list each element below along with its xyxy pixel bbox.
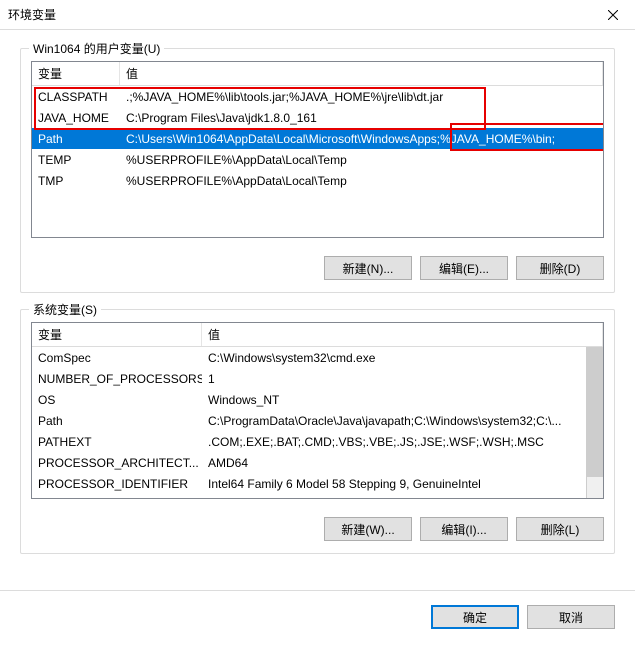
cancel-button[interactable]: 取消 — [527, 605, 615, 629]
cell-value: .COM;.EXE;.BAT;.CMD;.VBS;.VBE;.JS;.JSE;.… — [202, 435, 603, 449]
user-variables-group: Win1064 的用户变量(U) 变量 值 CLASSPATH.;%JAVA_H… — [20, 48, 615, 293]
system-button-row: 新建(W)... 编辑(I)... 删除(L) — [21, 509, 614, 553]
cell-name: PATHEXT — [32, 435, 202, 449]
list-body: CLASSPATH.;%JAVA_HOME%\lib\tools.jar;%JA… — [32, 86, 603, 191]
cell-value: %USERPROFILE%\AppData\Local\Temp — [120, 174, 603, 188]
list-body: ComSpecC:\Windows\system32\cmd.exeNUMBER… — [32, 347, 603, 494]
col-header-value[interactable]: 值 — [202, 323, 603, 346]
system-group-label: 系统变量(S) — [29, 301, 101, 318]
cell-value: Intel64 Family 6 Model 58 Stepping 9, Ge… — [202, 477, 603, 491]
cell-name: CLASSPATH — [32, 90, 120, 104]
list-header: 变量 值 — [32, 62, 603, 86]
table-row[interactable]: ComSpecC:\Windows\system32\cmd.exe — [32, 347, 603, 368]
cell-name: NUMBER_OF_PROCESSORS — [32, 372, 202, 386]
user-edit-button[interactable]: 编辑(E)... — [420, 256, 508, 280]
system-variables-group: 系统变量(S) 变量 值 ComSpecC:\Windows\system32\… — [20, 309, 615, 554]
cell-name: TMP — [32, 174, 120, 188]
cell-value: %USERPROFILE%\AppData\Local\Temp — [120, 153, 603, 167]
cell-value: 1 — [202, 372, 603, 386]
cell-value: C:\Users\Win1064\AppData\Local\Microsoft… — [120, 132, 603, 146]
user-delete-button[interactable]: 删除(D) — [516, 256, 604, 280]
window-title: 环境变量 — [8, 6, 590, 23]
col-header-value[interactable]: 值 — [120, 62, 603, 85]
scrollbar[interactable] — [586, 347, 603, 498]
cell-name: Path — [32, 132, 120, 146]
table-row[interactable]: PROCESSOR_ARCHITECT...AMD64 — [32, 452, 603, 473]
user-variables-list[interactable]: 变量 值 CLASSPATH.;%JAVA_HOME%\lib\tools.ja… — [31, 61, 604, 238]
system-variables-list[interactable]: 变量 值 ComSpecC:\Windows\system32\cmd.exeN… — [31, 322, 604, 499]
table-row[interactable]: JAVA_HOMEC:\Program Files\Java\jdk1.8.0_… — [32, 107, 603, 128]
cell-name: PROCESSOR_ARCHITECT... — [32, 456, 202, 470]
col-header-name[interactable]: 变量 — [32, 62, 120, 85]
user-button-row: 新建(N)... 编辑(E)... 删除(D) — [21, 248, 614, 292]
col-header-name[interactable]: 变量 — [32, 323, 202, 346]
table-row[interactable]: PROCESSOR_IDENTIFIERIntel64 Family 6 Mod… — [32, 473, 603, 494]
cell-value: AMD64 — [202, 456, 603, 470]
scroll-thumb[interactable] — [587, 347, 603, 477]
cell-value: C:\ProgramData\Oracle\Java\javapath;C:\W… — [202, 414, 603, 428]
user-new-button[interactable]: 新建(N)... — [324, 256, 412, 280]
cell-value: Windows_NT — [202, 393, 603, 407]
cell-name: TEMP — [32, 153, 120, 167]
table-row[interactable]: PathC:\Users\Win1064\AppData\Local\Micro… — [32, 128, 603, 149]
cell-name: ComSpec — [32, 351, 202, 365]
system-edit-button[interactable]: 编辑(I)... — [420, 517, 508, 541]
cell-name: OS — [32, 393, 202, 407]
table-row[interactable]: PathC:\ProgramData\Oracle\Java\javapath;… — [32, 410, 603, 431]
cell-name: JAVA_HOME — [32, 111, 120, 125]
user-group-label: Win1064 的用户变量(U) — [29, 40, 164, 57]
dialog-footer: 确定 取消 — [0, 590, 635, 647]
cell-value: C:\Windows\system32\cmd.exe — [202, 351, 603, 365]
table-row[interactable]: CLASSPATH.;%JAVA_HOME%\lib\tools.jar;%JA… — [32, 86, 603, 107]
cell-value: .;%JAVA_HOME%\lib\tools.jar;%JAVA_HOME%\… — [120, 90, 603, 104]
system-new-button[interactable]: 新建(W)... — [324, 517, 412, 541]
ok-button[interactable]: 确定 — [431, 605, 519, 629]
table-row[interactable]: TMP%USERPROFILE%\AppData\Local\Temp — [32, 170, 603, 191]
close-icon — [608, 10, 618, 20]
titlebar: 环境变量 — [0, 0, 635, 30]
table-row[interactable]: TEMP%USERPROFILE%\AppData\Local\Temp — [32, 149, 603, 170]
table-row[interactable]: OSWindows_NT — [32, 389, 603, 410]
list-header: 变量 值 — [32, 323, 603, 347]
close-button[interactable] — [590, 0, 635, 30]
table-row[interactable]: NUMBER_OF_PROCESSORS1 — [32, 368, 603, 389]
system-delete-button[interactable]: 删除(L) — [516, 517, 604, 541]
table-row[interactable]: PATHEXT.COM;.EXE;.BAT;.CMD;.VBS;.VBE;.JS… — [32, 431, 603, 452]
cell-value: C:\Program Files\Java\jdk1.8.0_161 — [120, 111, 603, 125]
cell-name: PROCESSOR_IDENTIFIER — [32, 477, 202, 491]
cell-name: Path — [32, 414, 202, 428]
